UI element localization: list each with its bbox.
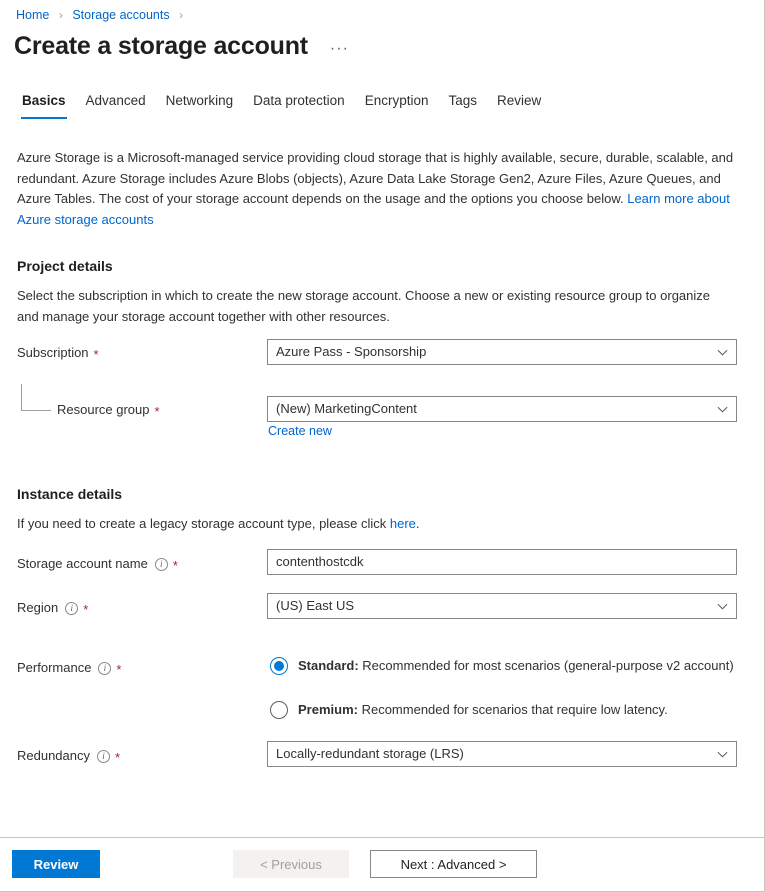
performance-standard-text: Standard: Recommended for most scenarios… (298, 657, 734, 675)
instance-details-heading: Instance details (17, 486, 122, 502)
previous-button: < Previous (233, 850, 349, 878)
performance-premium-bold: Premium: (298, 702, 358, 717)
info-icon[interactable]: i (98, 662, 111, 675)
resource-group-tree-connector (21, 384, 51, 411)
resource-group-required-marker: * (155, 407, 160, 417)
subscription-dropdown[interactable]: Azure Pass - Sponsorship (267, 339, 737, 365)
performance-option-premium[interactable]: Premium: Recommended for scenarios that … (270, 701, 668, 719)
performance-label-text: Performance (17, 659, 91, 677)
redundancy-label: Redundancy i * (17, 747, 120, 765)
project-details-heading: Project details (17, 258, 113, 274)
storage-account-name-input[interactable]: contenthostcdk (267, 549, 737, 575)
radio-standard[interactable] (270, 657, 288, 675)
performance-option-standard[interactable]: Standard: Recommended for most scenarios… (270, 657, 734, 675)
tab-review-label: Review (497, 93, 541, 108)
legacy-storage-here-link[interactable]: here (390, 516, 416, 531)
more-actions-icon[interactable]: ··· (326, 39, 353, 59)
tab-tags[interactable]: Tags (438, 92, 487, 119)
instance-details-description-suffix: . (416, 516, 420, 531)
tab-encryption[interactable]: Encryption (355, 92, 439, 119)
tab-encryption-label: Encryption (365, 93, 429, 108)
tab-networking-label: Networking (166, 93, 234, 108)
storage-account-name-value: contenthostcdk (276, 554, 728, 570)
breadcrumb-item-home[interactable]: Home (16, 8, 49, 22)
performance-premium-desc: Recommended for scenarios that require l… (358, 702, 668, 717)
tab-basics-label: Basics (22, 93, 66, 108)
breadcrumb-item-storage-accounts[interactable]: Storage accounts (72, 8, 169, 22)
title-row: Create a storage account ··· (14, 30, 353, 62)
subscription-value: Azure Pass - Sponsorship (276, 344, 711, 360)
footer-separator (0, 837, 764, 838)
storage-account-name-label-text: Storage account name (17, 555, 148, 573)
tab-tags-label: Tags (448, 93, 477, 108)
intro-text: Azure Storage is a Microsoft-managed ser… (17, 150, 733, 206)
performance-premium-text: Premium: Recommended for scenarios that … (298, 701, 668, 719)
chevron-down-icon (717, 347, 728, 358)
region-required-marker: * (83, 605, 88, 615)
redundancy-value: Locally-redundant storage (LRS) (276, 746, 711, 762)
info-icon[interactable]: i (155, 558, 168, 571)
region-dropdown[interactable]: (US) East US (267, 593, 737, 619)
storage-account-name-label: Storage account name i * (17, 555, 178, 573)
page-title: Create a storage account (14, 30, 308, 62)
region-label-text: Region (17, 599, 58, 617)
redundancy-required-marker: * (115, 753, 120, 763)
info-icon[interactable]: i (97, 750, 110, 763)
resource-group-label-text: Resource group (57, 401, 150, 419)
breadcrumb-separator-icon: › (59, 8, 63, 22)
performance-label: Performance i * (17, 659, 121, 677)
info-icon[interactable]: i (65, 602, 78, 615)
instance-details-description: If you need to create a legacy storage a… (17, 514, 735, 535)
resource-group-dropdown[interactable]: (New) MarketingContent (267, 396, 737, 422)
review-button[interactable]: Review (12, 850, 100, 878)
tab-data-protection-label: Data protection (253, 93, 345, 108)
performance-required-marker: * (116, 665, 121, 675)
chevron-down-icon (717, 749, 728, 760)
performance-standard-bold: Standard: (298, 658, 359, 673)
tab-review[interactable]: Review (487, 92, 551, 119)
chevron-down-icon (717, 404, 728, 415)
tab-advanced-label: Advanced (86, 93, 146, 108)
performance-standard-desc: Recommended for most scenarios (general-… (359, 658, 734, 673)
breadcrumb-separator-icon-2: › (179, 8, 183, 22)
instance-details-description-text: If you need to create a legacy storage a… (17, 516, 390, 531)
create-new-resource-group-link[interactable]: Create new (268, 423, 332, 439)
region-label: Region i * (17, 599, 88, 617)
project-details-description: Select the subscription in which to crea… (17, 286, 735, 327)
tab-data-protection[interactable]: Data protection (243, 92, 355, 119)
subscription-required-marker: * (94, 350, 99, 360)
subscription-label-text: Subscription (17, 344, 89, 362)
storage-account-name-required-marker: * (173, 561, 178, 571)
next-button[interactable]: Next : Advanced > (370, 850, 537, 878)
redundancy-label-text: Redundancy (17, 747, 90, 765)
breadcrumb: Home › Storage accounts › (16, 6, 189, 24)
chevron-down-icon (717, 601, 728, 612)
intro-paragraph: Azure Storage is a Microsoft-managed ser… (17, 148, 735, 230)
radio-premium[interactable] (270, 701, 288, 719)
region-value: (US) East US (276, 598, 711, 614)
tab-basics[interactable]: Basics (12, 92, 76, 119)
wizard-tabs: Basics Advanced Networking Data protecti… (12, 92, 551, 119)
resource-group-label: Resource group * (57, 401, 160, 419)
create-storage-account-blade: Home › Storage accounts › Create a stora… (0, 0, 765, 892)
tab-advanced[interactable]: Advanced (76, 92, 156, 119)
resource-group-value: (New) MarketingContent (276, 401, 711, 417)
tab-networking[interactable]: Networking (156, 92, 244, 119)
redundancy-dropdown[interactable]: Locally-redundant storage (LRS) (267, 741, 737, 767)
subscription-label: Subscription * (17, 344, 99, 362)
